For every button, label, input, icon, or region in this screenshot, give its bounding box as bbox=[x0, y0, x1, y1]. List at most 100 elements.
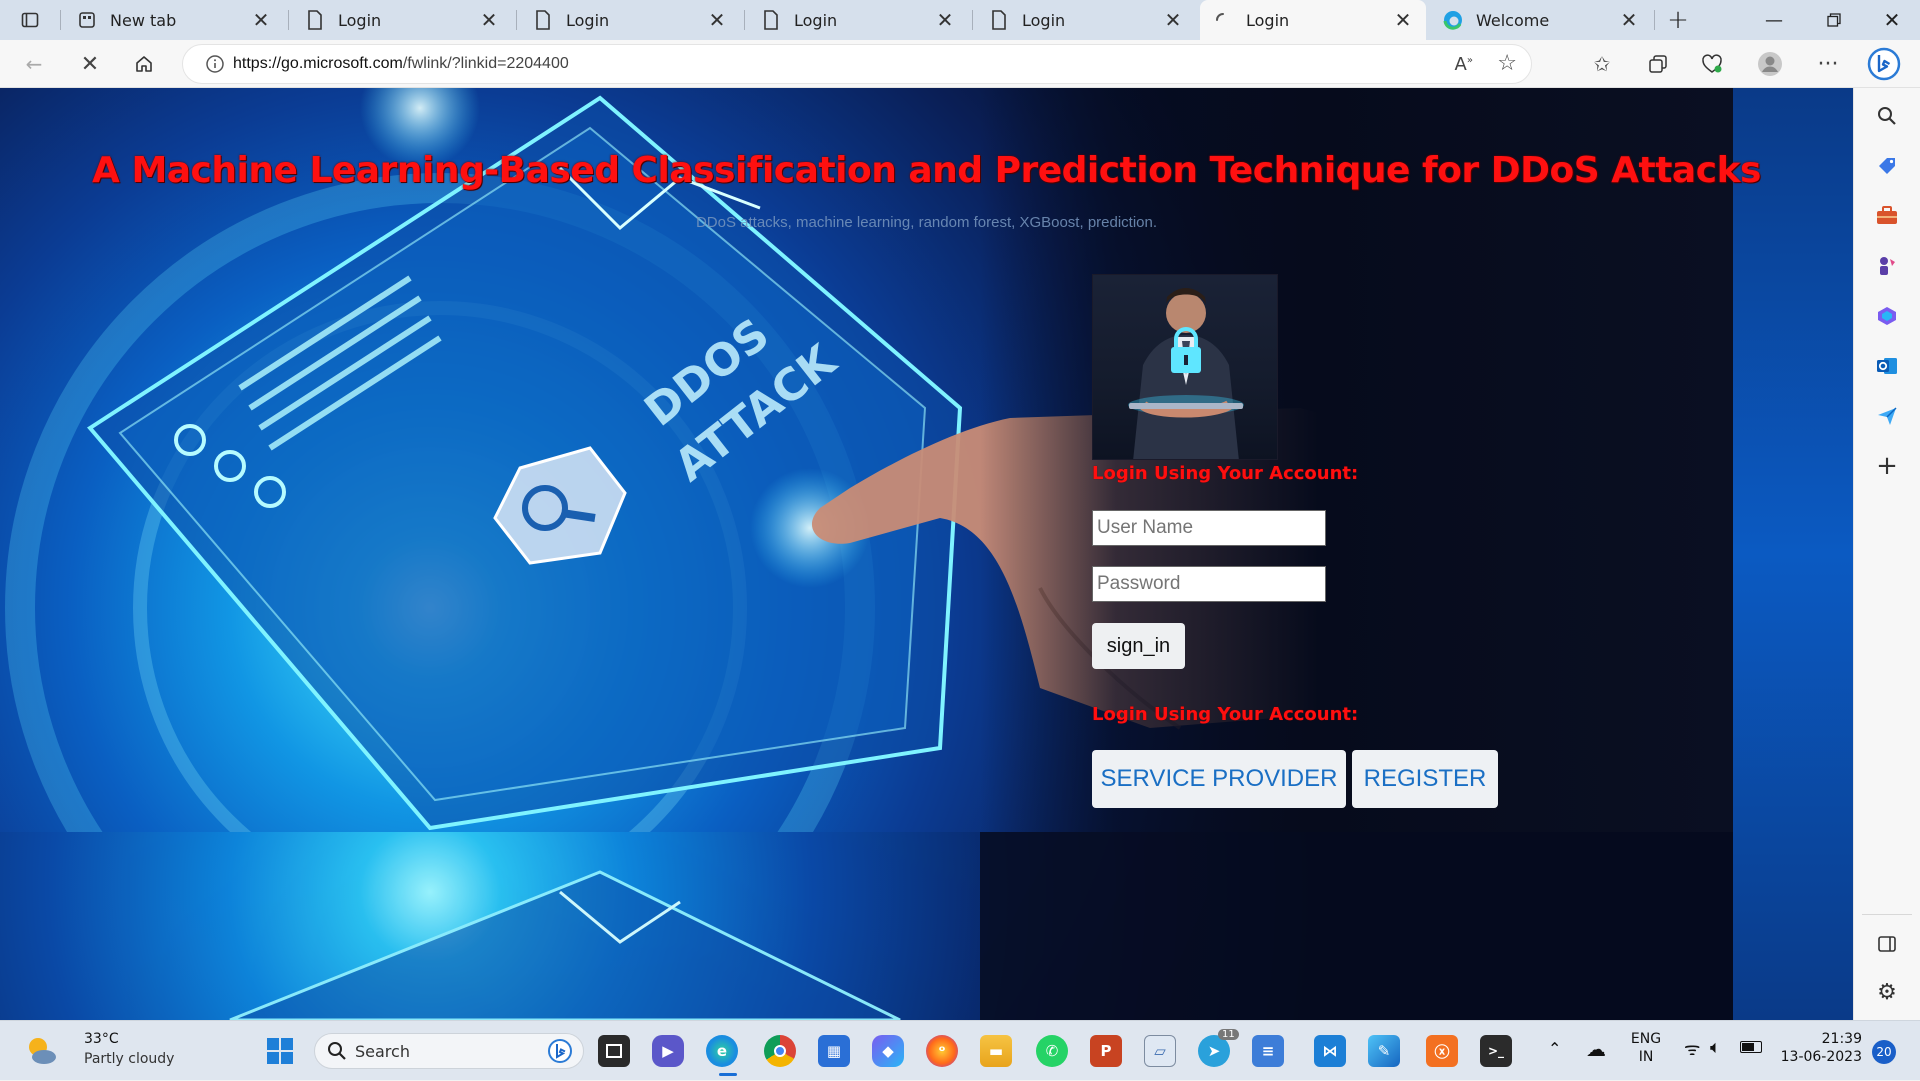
language-region: IN bbox=[1638, 1049, 1654, 1065]
outlook-icon[interactable] bbox=[1871, 350, 1903, 382]
home-button[interactable] bbox=[126, 46, 162, 82]
send-icon[interactable] bbox=[1871, 400, 1903, 432]
firefox-icon[interactable]: ᵒ bbox=[926, 1035, 958, 1067]
tab-new-tab[interactable]: New tab ✕ bbox=[64, 0, 284, 40]
loading-icon bbox=[1212, 9, 1234, 31]
page-icon bbox=[988, 9, 1010, 31]
battery-icon[interactable] bbox=[1740, 1041, 1762, 1053]
notification-badge[interactable]: 20 bbox=[1872, 1040, 1896, 1064]
settings-gear-icon[interactable]: ⚙ bbox=[1871, 976, 1903, 1008]
restore-button[interactable] bbox=[1806, 0, 1862, 40]
powerpoint-icon[interactable]: P bbox=[1090, 1035, 1122, 1067]
read-aloud-icon[interactable]: A» bbox=[1455, 54, 1473, 75]
xampp-icon[interactable]: ⓧ bbox=[1426, 1035, 1458, 1067]
edge-icon bbox=[1442, 9, 1464, 31]
tab-label: Login bbox=[566, 10, 610, 30]
tab-login-3[interactable]: Login ✕ bbox=[748, 0, 968, 40]
task-view-icon[interactable] bbox=[598, 1035, 630, 1067]
copilot-taskbar-icon[interactable]: ◆ bbox=[872, 1035, 904, 1067]
close-icon[interactable]: ✕ bbox=[250, 9, 272, 31]
photos-icon[interactable]: ▱ bbox=[1144, 1035, 1176, 1067]
address-bar[interactable]: https://go.microsoft.com/fwlink/?linkid=… bbox=[182, 44, 1532, 84]
profile-avatar[interactable] bbox=[1752, 46, 1788, 82]
tab-actions-icon[interactable] bbox=[12, 2, 48, 38]
tab-login-4[interactable]: Login ✕ bbox=[976, 0, 1196, 40]
notepad-icon[interactable]: ≡ bbox=[1252, 1035, 1284, 1067]
browser-essentials-icon[interactable] bbox=[1694, 46, 1730, 82]
page-title: A Machine Learning-Based Classification … bbox=[92, 150, 1761, 191]
new-tab-button[interactable]: + bbox=[1650, 0, 1706, 40]
favorites-icon[interactable]: ✩ bbox=[1584, 46, 1620, 82]
edge-taskbar-icon[interactable]: e bbox=[706, 1035, 738, 1067]
taskbar-search[interactable]: Search bbox=[314, 1033, 584, 1069]
close-icon[interactable]: ✕ bbox=[1162, 9, 1184, 31]
edge-sidebar: + ⚙ bbox=[1853, 88, 1920, 1020]
tab-label: Login bbox=[794, 10, 838, 30]
close-icon[interactable]: ✕ bbox=[706, 9, 728, 31]
keywords-text: DDoS attacks, machine learning, random f… bbox=[695, 214, 1158, 231]
tab-label: Login bbox=[1246, 10, 1290, 30]
tab-login-2[interactable]: Login ✕ bbox=[520, 0, 740, 40]
address-bar-row: ← ✕ https://go.microsoft.com/fwlink/?lin… bbox=[0, 40, 1920, 88]
register-button[interactable]: REGISTER bbox=[1352, 750, 1498, 808]
microsoft-store-icon[interactable]: ▦ bbox=[818, 1035, 850, 1067]
tab-label: Login bbox=[338, 10, 382, 30]
favorite-star-icon[interactable]: ☆ bbox=[1497, 51, 1517, 76]
show-hidden-icons[interactable]: ⌃ bbox=[1548, 1039, 1561, 1058]
add-sidebar-app-icon[interactable]: + bbox=[1871, 450, 1903, 482]
paint-icon[interactable]: ✎ bbox=[1368, 1035, 1400, 1067]
more-options-icon[interactable]: ··· bbox=[1810, 46, 1846, 82]
terminal-icon[interactable]: >_ bbox=[1480, 1035, 1512, 1067]
telegram-badge: 11 bbox=[1218, 1029, 1239, 1040]
close-icon[interactable]: ✕ bbox=[1392, 9, 1414, 31]
bing-copilot-icon[interactable] bbox=[1866, 46, 1902, 82]
sidebar-toggle-icon[interactable] bbox=[1871, 928, 1903, 960]
tab-label: Login bbox=[1022, 10, 1066, 30]
onedrive-cloud-icon[interactable]: ☁ bbox=[1586, 1037, 1606, 1061]
windows-taskbar: 33°C Partly cloudy Search ▶ e ▦ ◆ ᵒ ▬ ✆ … bbox=[0, 1020, 1920, 1080]
copilot-icon[interactable] bbox=[1871, 300, 1903, 332]
chrome-icon[interactable] bbox=[764, 1035, 796, 1067]
hero-background-image: DDOS ATTACK bbox=[0, 88, 1733, 832]
volume-icon[interactable]: 🔈︎ bbox=[1710, 1037, 1721, 1058]
page-icon bbox=[532, 9, 554, 31]
tab-login-active[interactable]: Login ✕ bbox=[1200, 0, 1426, 40]
minimize-button[interactable]: — bbox=[1746, 0, 1802, 40]
vscode-icon[interactable]: ⋈ bbox=[1314, 1035, 1346, 1067]
shopping-tag-icon[interactable] bbox=[1871, 150, 1903, 182]
close-window-button[interactable]: ✕ bbox=[1864, 0, 1920, 40]
close-icon[interactable]: ✕ bbox=[934, 9, 956, 31]
tab-login-1[interactable]: Login ✕ bbox=[292, 0, 512, 40]
whatsapp-icon[interactable]: ✆ bbox=[1036, 1035, 1068, 1067]
weather-description: Partly cloudy bbox=[84, 1051, 175, 1067]
stop-loading-button[interactable]: ✕ bbox=[72, 46, 108, 82]
clock-date: 13-06-2023 bbox=[1780, 1049, 1862, 1065]
close-icon[interactable]: ✕ bbox=[1618, 9, 1640, 31]
sign-in-button[interactable]: sign_in bbox=[1092, 623, 1185, 669]
tab-welcome[interactable]: Welcome ✕ bbox=[1430, 0, 1652, 40]
security-lock-image bbox=[1092, 274, 1278, 460]
start-windows-icon[interactable] bbox=[264, 1035, 296, 1067]
weather-widget[interactable]: 33°C Partly cloudy bbox=[20, 1021, 200, 1081]
info-icon[interactable] bbox=[197, 54, 233, 74]
tools-briefcase-icon[interactable] bbox=[1871, 200, 1903, 232]
collections-icon[interactable] bbox=[1640, 46, 1676, 82]
close-icon[interactable]: ✕ bbox=[478, 9, 500, 31]
clock-time: 21:39 bbox=[1821, 1031, 1862, 1047]
password-input[interactable] bbox=[1092, 566, 1326, 602]
search-icon[interactable] bbox=[1871, 100, 1903, 132]
login-heading-secondary: Login Using Your Account: bbox=[1092, 704, 1359, 725]
weather-temperature: 33°C bbox=[84, 1031, 119, 1047]
username-input[interactable] bbox=[1092, 510, 1326, 546]
login-heading: Login Using Your Account: bbox=[1092, 463, 1359, 484]
back-button[interactable]: ← bbox=[16, 46, 52, 82]
meet-chat-icon[interactable]: ▶ bbox=[652, 1035, 684, 1067]
search-icon bbox=[328, 1042, 346, 1060]
file-explorer-icon[interactable]: ▬ bbox=[980, 1035, 1012, 1067]
clock[interactable]: 21:39 13-06-2023 bbox=[1776, 1031, 1862, 1065]
service-provider-button[interactable]: SERVICE PROVIDER bbox=[1092, 750, 1346, 808]
url-path: /fwlink/?linkid=2204400 bbox=[402, 55, 569, 72]
language-indicator[interactable]: ENG IN bbox=[1626, 1031, 1666, 1065]
wifi-icon[interactable]: ᯤ bbox=[1684, 1037, 1700, 1061]
games-icon[interactable] bbox=[1871, 250, 1903, 282]
